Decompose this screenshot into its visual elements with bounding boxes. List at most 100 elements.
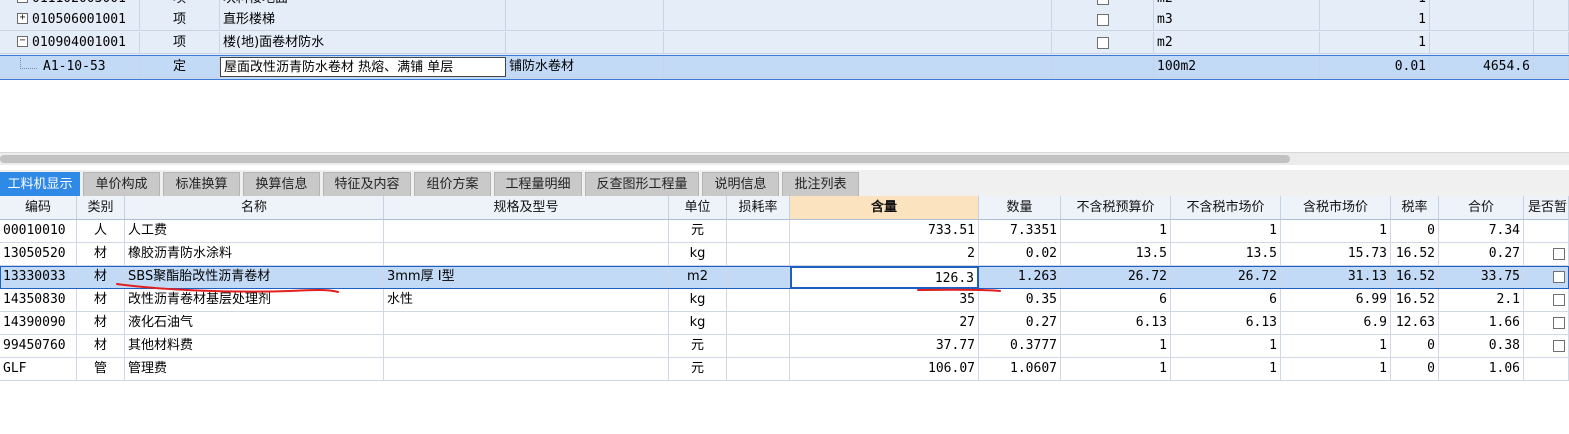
cell-quantity: 0.3777 [979, 335, 1061, 358]
bill-row[interactable]: +010506001001 项 直形楼梯 m3 1 [0, 9, 1569, 32]
tab-quantity-detail[interactable]: 工程量明细 [494, 172, 582, 196]
cell-total: 7.34 [1439, 220, 1524, 243]
cell-spec [384, 335, 669, 358]
grid-row[interactable]: 99450760 材其他材料费元 37.77 0.3777 1 1 1 0 0.38 [0, 335, 1569, 358]
tab-reverse-lookup-quantity[interactable]: 反查图形工程量 [585, 172, 699, 196]
cell-pretax-budget-price: 1 [1061, 220, 1171, 243]
cell-loss-rate [727, 312, 790, 335]
bill-items-table: +011102003001 项 块料楼地面 m2 1 +010506001001… [0, 0, 1569, 80]
header-loss-rate[interactable]: 损耗率 [727, 196, 790, 220]
grid-row[interactable]: 00010010 人人工费元 733.51 7.3351 1 1 1 0 7.34 [0, 220, 1569, 243]
cell-unit: 元 [669, 220, 727, 243]
expand-icon[interactable]: + [17, 0, 28, 3]
header-category[interactable]: 类别 [77, 196, 125, 220]
expand-icon[interactable]: + [17, 13, 28, 24]
tab-comment-list[interactable]: 批注列表 [782, 172, 859, 196]
tab-pricing-scheme[interactable]: 组价方案 [414, 172, 491, 196]
tab-standard-conversion[interactable]: 标准换算 [163, 172, 240, 196]
cell-tax-rate: 16.52 [1391, 243, 1439, 266]
cell-unit: 元 [669, 335, 727, 358]
grid-row[interactable]: GLF 管管理费元 106.07 1.0607 1 1 1 0 1.06 [0, 358, 1569, 381]
tree-line-icon [20, 58, 37, 69]
header-quantity[interactable]: 数量 [979, 196, 1061, 220]
cell-provisional [1524, 335, 1569, 358]
cell-code: GLF [0, 358, 77, 381]
cell-loss-rate [727, 289, 790, 312]
header-provisional[interactable]: 是否暂 [1524, 196, 1569, 220]
tab-labor-material-machine[interactable]: 工料机显示 [0, 172, 80, 196]
content-editor[interactable]: 126.3 [790, 266, 979, 289]
cell-taxed-market-price: 6.9 [1281, 312, 1391, 335]
grid-row[interactable]: 14350830 材改性沥青卷材基层处理剂 水性 kg 35 0.35 6 6 6.99 16.5… [0, 289, 1569, 312]
tab-conversion-info[interactable]: 换算信息 [243, 172, 320, 196]
horizontal-scrollbar[interactable] [0, 152, 1569, 165]
cell-pretax-budget-price: 26.72 [1061, 266, 1171, 289]
provisional-checkbox[interactable] [1553, 316, 1565, 329]
cell-spec [384, 358, 669, 381]
header-name[interactable]: 名称 [125, 196, 384, 220]
scrollbar-thumb[interactable] [0, 155, 1290, 163]
bill-row-selected[interactable]: A1-10-53 定 屋面改性沥青防水卷材 热熔、满铺 单层 铺防水卷材 100… [0, 55, 1569, 80]
row-checkbox[interactable] [1096, 36, 1109, 49]
cell-name: 人工费 [125, 220, 384, 243]
header-pretax-budget-price[interactable]: 不含税预算价 [1061, 196, 1171, 220]
header-spec[interactable]: 规格及型号 [384, 196, 669, 220]
quota-name-editor[interactable]: 屋面改性沥青防水卷材 热熔、满铺 单层 [220, 57, 506, 77]
cell-pretax-market-price: 1 [1171, 220, 1281, 243]
tab-unit-price-composition[interactable]: 单价构成 [83, 172, 160, 196]
cell-code: 13050520 [0, 243, 77, 266]
cell-provisional [1524, 289, 1569, 312]
header-total[interactable]: 合价 [1439, 196, 1524, 220]
bill-row[interactable]: −010904001001 项 楼(地)面卷材防水 m2 1 [0, 32, 1569, 55]
cell-tax-rate: 16.52 [1391, 289, 1439, 312]
bill-type: 定 [140, 56, 220, 78]
cell-tax-rate: 0 [1391, 358, 1439, 381]
cell-unit: kg [669, 243, 727, 266]
cell-category: 材 [77, 266, 125, 289]
provisional-checkbox[interactable] [1553, 339, 1565, 352]
cell-total: 0.27 [1439, 243, 1524, 266]
cell-provisional [1524, 243, 1569, 266]
cell-pretax-market-price: 6 [1171, 289, 1281, 312]
cell-name: 管理费 [125, 358, 384, 381]
provisional-checkbox[interactable] [1553, 293, 1565, 306]
cell-quantity: 0.35 [979, 289, 1061, 312]
cell-tax-rate: 0 [1391, 335, 1439, 358]
cell-loss-rate [727, 243, 790, 266]
provisional-checkbox[interactable] [1553, 270, 1565, 283]
cell-tax-rate: 0 [1391, 220, 1439, 243]
provisional-checkbox[interactable] [1553, 247, 1565, 260]
cell-quantity: 1.0607 [979, 358, 1061, 381]
cell-pretax-budget-price: 1 [1061, 335, 1171, 358]
cell-code: 00010010 [0, 220, 77, 243]
cell-taxed-market-price: 1 [1281, 358, 1391, 381]
cell-pretax-market-price: 1 [1171, 335, 1281, 358]
row-checkbox[interactable] [1096, 0, 1109, 5]
grid-row[interactable]: 14390090 材液化石油气 kg 27 0.27 6.13 6.13 6.9 12.63 1.… [0, 312, 1569, 335]
header-pretax-market-price[interactable]: 不含税市场价 [1171, 196, 1281, 220]
cell-taxed-market-price: 15.73 [1281, 243, 1391, 266]
header-taxed-market-price[interactable]: 含税市场价 [1281, 196, 1391, 220]
grid-row[interactable]: 13050520 材橡胶沥青防水涂料 kg 2 0.02 13.5 13.5 15.73 16.… [0, 243, 1569, 266]
header-tax-rate[interactable]: 税率 [1391, 196, 1439, 220]
grid-row-selected[interactable]: 13330033 材 SBS聚酯胎改性沥青卷材 3mm厚 I型 m2 126.3 1.263… [0, 266, 1569, 289]
cell-tax-rate: 16.52 [1391, 266, 1439, 289]
cell-code: 99450760 [0, 335, 77, 358]
cell-spec: 3mm厚 I型 [384, 266, 669, 289]
cell-pretax-budget-price: 1 [1061, 358, 1171, 381]
tab-description-info[interactable]: 说明信息 [702, 172, 779, 196]
row-checkbox[interactable] [1096, 13, 1109, 26]
cell-category: 材 [77, 312, 125, 335]
tab-features-content[interactable]: 特征及内容 [323, 172, 411, 196]
bill-type: 项 [140, 9, 220, 31]
header-unit[interactable]: 单位 [669, 196, 727, 220]
cell-pretax-budget-price: 13.5 [1061, 243, 1171, 266]
cell-provisional [1524, 220, 1569, 243]
bill-type: 项 [140, 32, 220, 54]
cell-total: 1.06 [1439, 358, 1524, 381]
collapse-icon[interactable]: − [17, 36, 28, 47]
cell-spec [384, 243, 669, 266]
header-code[interactable]: 编码 [0, 196, 77, 220]
header-content[interactable]: 含量 [790, 196, 979, 220]
bill-total [1430, 9, 1534, 31]
